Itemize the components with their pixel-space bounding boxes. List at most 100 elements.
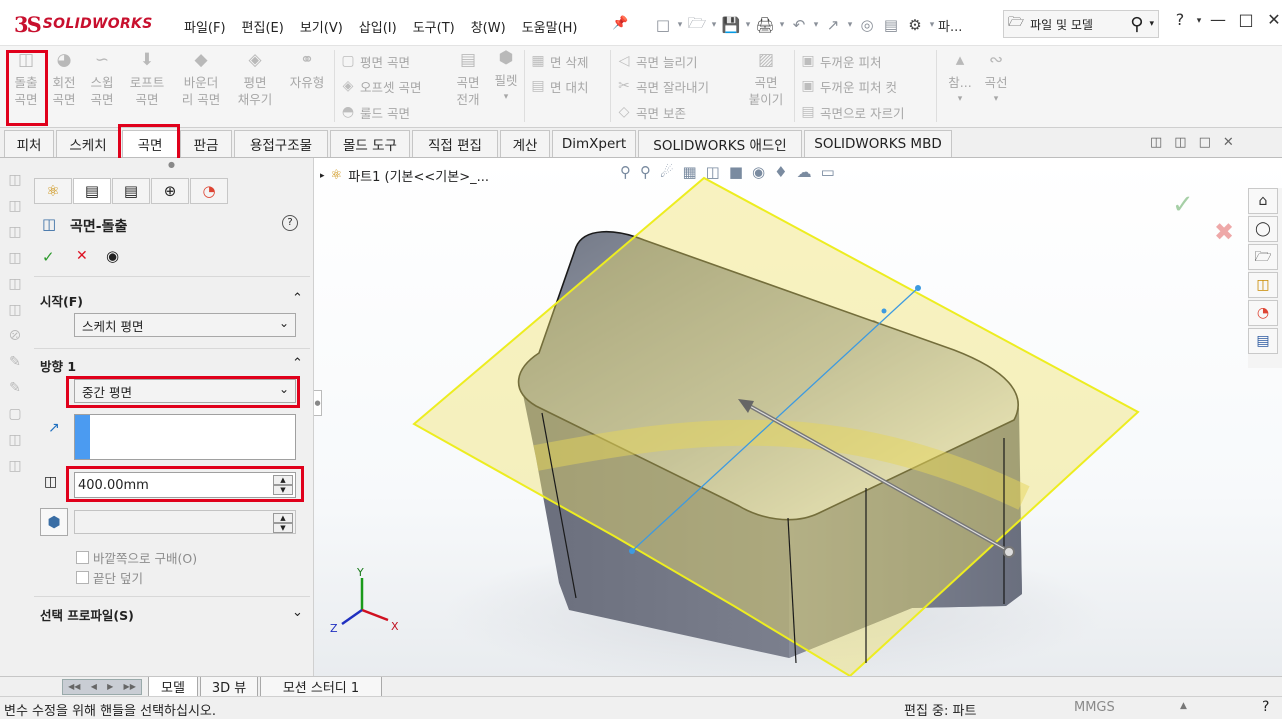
open-icon[interactable]: 🗁: [686, 13, 708, 38]
reference-geometry-button[interactable]: ▴ 참... ▾: [940, 52, 980, 108]
offset-surface-button[interactable]: ◈ 오프셋 곡면: [340, 75, 422, 97]
tab-mold-tools[interactable]: 몰드 도구: [330, 130, 410, 157]
thickened-cut-button[interactable]: ▣ 두꺼운 피처 컷: [800, 75, 897, 97]
sketch-tool-icon[interactable]: ⦼: [0, 328, 30, 354]
close-icon[interactable]: ✕: [1260, 10, 1282, 32]
section-from[interactable]: 시작(F) ⌃: [40, 291, 303, 310]
sketch-tool-icon[interactable]: ◫: [0, 432, 30, 458]
minimize-icon[interactable]: —: [1204, 10, 1232, 32]
surface-flatten-button[interactable]: ▤ 곡면 전개: [448, 52, 488, 108]
trim-surface-button[interactable]: ✂ 곡면 잘라내기: [616, 75, 709, 97]
sketch-tool-icon[interactable]: ◫: [0, 250, 30, 276]
pin-icon[interactable]: 📌: [612, 16, 628, 31]
view-palette-icon[interactable]: ◫: [1248, 272, 1278, 298]
cut-with-surface-button[interactable]: ▤ 곡면으로 자르기: [800, 101, 904, 123]
knit-surface-button[interactable]: ▨ 곡면 붙이기: [742, 52, 790, 108]
fillet-button[interactable]: ⬢ 필렛 ▾: [486, 50, 526, 106]
sketch-tool-icon[interactable]: ◫: [0, 172, 30, 198]
sketch-tool-icon[interactable]: ◫: [0, 276, 30, 302]
from-select[interactable]: 스케치 평면 ⌄: [74, 313, 296, 337]
file-explorer-icon[interactable]: 🗁: [1248, 244, 1278, 270]
menu-insert[interactable]: 삽입(I): [351, 14, 405, 36]
maximize-icon[interactable]: □: [1232, 10, 1260, 32]
tab-motion-study[interactable]: 모션 스터디 1: [260, 677, 382, 697]
save-icon[interactable]: 💾: [720, 16, 742, 34]
draft-angle-input[interactable]: ▲ ▼: [74, 510, 296, 534]
options-icon[interactable]: ⚙: [904, 16, 926, 34]
reverse-direction-icon[interactable]: ↗: [48, 420, 60, 436]
tab-scroll-buttons[interactable]: ◀◀ ◀ ▶ ▶▶: [62, 679, 142, 695]
tab-configurationmanager[interactable]: ▤: [112, 178, 150, 204]
thicken-button[interactable]: ▣ 두꺼운 피처: [800, 50, 881, 72]
menu-tools[interactable]: 도구(T): [405, 14, 463, 36]
tab-features[interactable]: 피처: [4, 130, 54, 157]
draft-spinner[interactable]: ▲ ▼: [273, 513, 293, 533]
menu-window[interactable]: 창(W): [463, 14, 514, 36]
sketch-endpoint[interactable]: [915, 285, 921, 291]
ok-icon[interactable]: ✓: [42, 248, 55, 266]
tab-solidworks-mbd[interactable]: SOLIDWORKS MBD: [804, 130, 952, 157]
units-dropdown-icon[interactable]: ▲: [1180, 701, 1187, 711]
tab-weldments[interactable]: 용접구조물: [234, 130, 328, 157]
viewport-window-controls[interactable]: ◫◫□✕: [1150, 135, 1246, 150]
panel-collapse-handle[interactable]: ●: [314, 390, 322, 416]
boundary-surface-button[interactable]: ◆ 바운더 리 곡면: [176, 52, 226, 108]
search-icon[interactable]: ⚲: [1130, 14, 1143, 35]
section-selected-contours[interactable]: 선택 프로파일(S) ⌄: [40, 605, 303, 624]
unit-system[interactable]: MMGS: [1074, 700, 1115, 715]
more-label[interactable]: 파...: [938, 16, 962, 35]
tab-solidworks-addins[interactable]: SOLIDWORKS 애드인: [638, 130, 802, 157]
revolved-surface-button[interactable]: ◕ 회전 곡면: [44, 52, 84, 108]
planar-surface-button[interactable]: ▢ 평면 곡면: [340, 50, 410, 72]
swept-surface-button[interactable]: ∽ 스윕 곡면: [82, 52, 122, 108]
handle-endpoint-icon[interactable]: [1003, 546, 1015, 558]
help-icon[interactable]: ?: [1262, 699, 1269, 715]
help-icon[interactable]: ?: [1166, 10, 1194, 32]
ruled-surface-button[interactable]: ◓ 룰드 곡면: [340, 101, 410, 123]
delete-face-button[interactable]: ▦ 면 삭제: [530, 50, 588, 72]
menu-help[interactable]: 도움말(H): [514, 14, 586, 36]
tab-sketch[interactable]: 스케치: [56, 130, 120, 157]
appearances-icon[interactable]: ◔: [1248, 300, 1278, 326]
tab-3d-views[interactable]: 3D 뷰: [200, 677, 258, 697]
cap-end-checkbox[interactable]: 끝단 덮기: [76, 568, 143, 587]
draft-toggle-icon[interactable]: ⬢: [40, 508, 68, 536]
expand-caret-icon[interactable]: ⌄: [292, 605, 303, 620]
tab-sheet-metal[interactable]: 판금: [180, 130, 232, 157]
filled-surface-button[interactable]: ◈ 평면 채우기: [232, 52, 278, 108]
solidworks-resources-icon[interactable]: ⌂: [1248, 188, 1278, 214]
help-icon[interactable]: ?: [282, 215, 298, 231]
undo-icon[interactable]: ↶: [788, 16, 810, 34]
rebuild-icon[interactable]: ◎: [856, 16, 878, 34]
tab-direct-editing[interactable]: 직접 편집: [412, 130, 498, 157]
new-icon[interactable]: □: [652, 16, 674, 34]
collapse-caret-icon[interactable]: ⌃: [292, 356, 303, 371]
menu-view[interactable]: 보기(V): [292, 14, 351, 36]
tab-model[interactable]: 모델: [148, 677, 198, 697]
sketch-tool-icon[interactable]: ◫: [0, 302, 30, 328]
lofted-surface-button[interactable]: ⬇ 로프트 곡면: [124, 52, 170, 108]
tab-evaluate[interactable]: 계산: [500, 130, 550, 157]
collapse-caret-icon[interactable]: ⌃: [292, 291, 303, 306]
design-library-icon[interactable]: ◯: [1248, 216, 1278, 242]
sketch-tool-icon[interactable]: ▢: [0, 406, 30, 432]
preview-eye-icon[interactable]: ◉: [106, 247, 119, 265]
sketch-tool-icon[interactable]: ✎: [0, 354, 30, 380]
select-icon[interactable]: ↗: [822, 16, 844, 34]
graphics-area[interactable]: ▸ ⚛ 파트1 (기본<<기본>_... ⚲ ⚲ ☄ ▦ ◫ ■ ◉ ♦ ☁ ▭…: [314, 158, 1282, 676]
sketch-endpoint[interactable]: [629, 548, 635, 554]
sketch-tool-icon[interactable]: ✎: [0, 380, 30, 406]
freeform-button[interactable]: ⚭ 자유형: [284, 52, 330, 91]
tab-propertymanager[interactable]: ▤: [73, 178, 111, 204]
untrim-surface-button[interactable]: ◇ 곡면 보존: [616, 101, 686, 123]
tab-dimxpertmanager[interactable]: ⊕: [151, 178, 189, 204]
help-dropdown-icon[interactable]: ▾: [1194, 10, 1204, 32]
menu-edit[interactable]: 편집(E): [234, 14, 292, 36]
sketch-tool-icon[interactable]: ◫: [0, 198, 30, 224]
direction-selection-box[interactable]: [74, 414, 296, 460]
tab-dimxpert[interactable]: DimXpert: [552, 130, 636, 157]
tab-displaymanager[interactable]: ◔: [190, 178, 228, 204]
search-box[interactable]: 🗁 파일 및 모델 ⚲ ▾: [1003, 10, 1159, 38]
section-direction1[interactable]: 방향 1 ⌃: [40, 356, 303, 375]
replace-face-button[interactable]: ▤ 면 대치: [530, 75, 588, 97]
